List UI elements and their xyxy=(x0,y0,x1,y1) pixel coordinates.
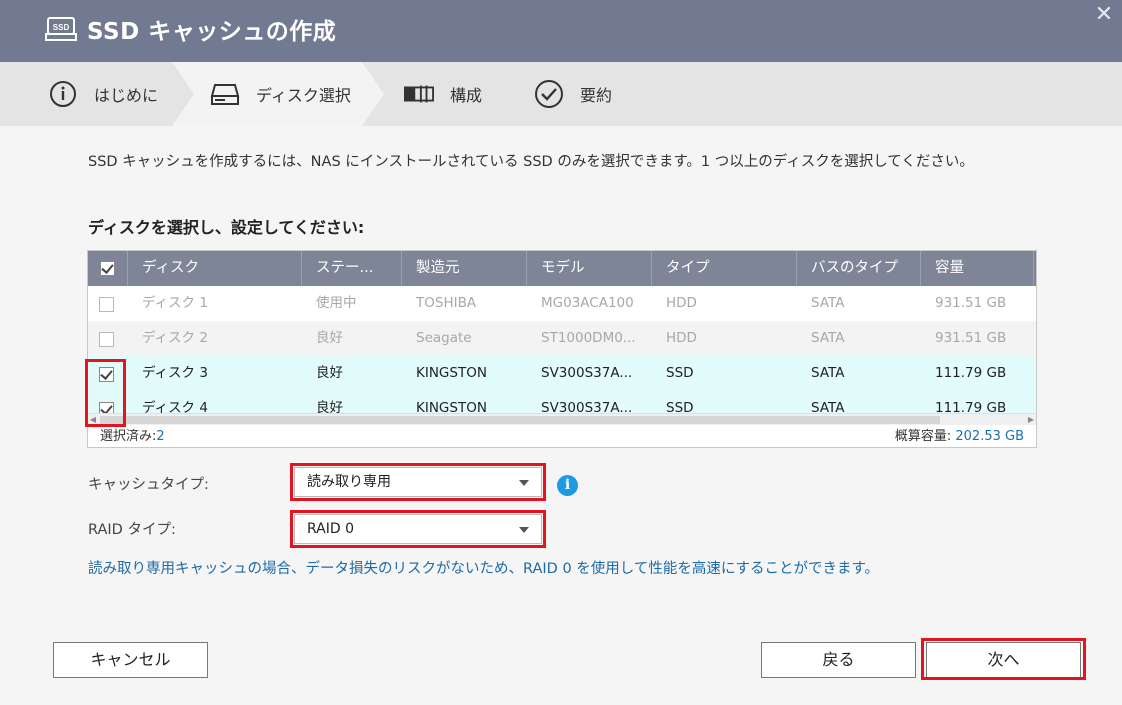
estimated-capacity: 概算容量: 202.53 GB xyxy=(894,429,1024,444)
check-circle-icon xyxy=(534,79,564,109)
next-button-highlight xyxy=(921,638,1086,680)
back-button[interactable]: 戻る xyxy=(761,642,916,678)
cell-capacity: 111.79 GB xyxy=(935,365,1007,381)
select-all-cell xyxy=(88,251,128,286)
horizontal-scrollbar[interactable]: ◀ ▶ xyxy=(88,413,1036,425)
info-icon[interactable]: i xyxy=(557,475,578,496)
info-circle-icon xyxy=(48,79,78,109)
cell-capacity: 931.51 GB xyxy=(935,295,1007,311)
table-row[interactable]: ディスク 4 良好 KINGSTON SV300S37A... SSD SATA… xyxy=(88,391,1036,413)
intro-text: SSD キャッシュを作成するには、NAS にインストールされている SSD のみ… xyxy=(88,154,974,170)
cell-model: SV300S37A... xyxy=(541,400,633,413)
cell-type: HDD xyxy=(666,330,697,346)
row-checkbox xyxy=(99,297,114,312)
scroll-right-icon[interactable]: ▶ xyxy=(1026,414,1036,426)
cell-disk: ディスク 2 xyxy=(142,330,208,346)
column-header-model[interactable]: モデル xyxy=(527,251,652,286)
cell-model: SV300S37A... xyxy=(541,365,633,381)
cell-maker: TOSHIBA xyxy=(416,295,477,311)
section-title: ディスクを選択し、設定してください: xyxy=(88,218,365,237)
raid-config-icon xyxy=(404,79,434,109)
disk-table: ディスク ステー... 製造元 モデル タイプ バスのタイプ 容量 ディスク 1… xyxy=(87,250,1037,448)
cell-type: HDD xyxy=(666,295,697,311)
close-button[interactable]: ✕ xyxy=(1094,4,1114,26)
svg-text:SSD: SSD xyxy=(53,23,70,32)
row-checkbox xyxy=(99,332,114,347)
column-header-bus-type[interactable]: バスのタイプ xyxy=(797,251,921,286)
cell-maker: KINGSTON xyxy=(416,400,487,413)
column-header-capacity[interactable]: 容量 xyxy=(921,251,1034,286)
cell-disk: ディスク 1 xyxy=(142,295,208,311)
cell-bus: SATA xyxy=(811,295,845,311)
column-header-type[interactable]: タイプ xyxy=(652,251,797,286)
step-introduction: はじめに xyxy=(48,62,158,126)
cell-type: SSD xyxy=(666,365,694,381)
step-label: 要約 xyxy=(580,86,613,105)
cell-status: 使用中 xyxy=(316,295,357,311)
raid-type-label: RAID タイプ: xyxy=(88,522,176,538)
cell-capacity: 931.51 GB xyxy=(935,330,1007,346)
step-label: ディスク選択 xyxy=(256,86,351,105)
step-label: はじめに xyxy=(94,86,159,105)
cell-type: SSD xyxy=(666,400,694,413)
cell-model: MG03ACA100 xyxy=(541,295,634,311)
cell-bus: SATA xyxy=(811,365,845,381)
step-configuration: 構成 xyxy=(404,62,482,126)
title-bar: SSD SSD キャッシュの作成 ✕ xyxy=(0,0,1122,62)
cell-bus: SATA xyxy=(811,400,845,413)
table-footer: 選択済み:2 概算容量: 202.53 GB xyxy=(88,426,1036,447)
cell-maker: Seagate xyxy=(416,330,472,346)
raid-note: 読み取り専用キャッシュの場合、データ損失のリスクがないため、RAID 0 を使用… xyxy=(88,561,880,577)
cell-status: 良好 xyxy=(316,400,343,413)
checkbox-highlight xyxy=(85,359,126,427)
ssd-icon: SSD xyxy=(45,17,77,41)
column-header-status[interactable]: ステー... xyxy=(302,251,402,286)
cancel-button[interactable]: キャンセル xyxy=(53,642,208,678)
step-summary: 要約 xyxy=(534,62,612,126)
wizard-steps: はじめに ディスク選択 構成 要約 xyxy=(0,62,1122,126)
cell-capacity: 111.79 GB xyxy=(935,400,1007,413)
cell-disk: ディスク 3 xyxy=(142,365,208,381)
table-header: ディスク ステー... 製造元 モデル タイプ バスのタイプ 容量 xyxy=(88,251,1036,286)
table-row: ディスク 1 使用中 TOSHIBA MG03ACA100 HDD SATA 9… xyxy=(88,286,1036,321)
cell-model: ST1000DM0... xyxy=(541,330,636,346)
table-row[interactable]: ディスク 3 良好 KINGSTON SV300S37A... SSD SATA… xyxy=(88,356,1036,391)
dialog-title: SSD キャッシュの作成 xyxy=(87,19,337,45)
cell-status: 良好 xyxy=(316,330,343,346)
step-disk-selection: ディスク選択 xyxy=(210,62,351,126)
selected-count: 選択済み:2 xyxy=(100,429,165,444)
column-header-disk[interactable]: ディスク xyxy=(128,251,302,286)
step-label: 構成 xyxy=(450,86,483,105)
select-all-checkbox[interactable] xyxy=(100,261,115,276)
cell-bus: SATA xyxy=(811,330,845,346)
cell-maker: KINGSTON xyxy=(416,365,487,381)
column-header-maker[interactable]: 製造元 xyxy=(402,251,527,286)
cell-status: 良好 xyxy=(316,365,343,381)
cell-disk: ディスク 4 xyxy=(142,400,208,413)
scrollbar-thumb[interactable] xyxy=(100,416,940,424)
cache-type-label: キャッシュタイプ: xyxy=(88,477,209,493)
disk-drive-icon xyxy=(210,79,240,109)
cache-type-highlight xyxy=(290,463,546,501)
table-row: ディスク 2 良好 Seagate ST1000DM0... HDD SATA … xyxy=(88,321,1036,356)
raid-type-highlight xyxy=(290,510,546,548)
